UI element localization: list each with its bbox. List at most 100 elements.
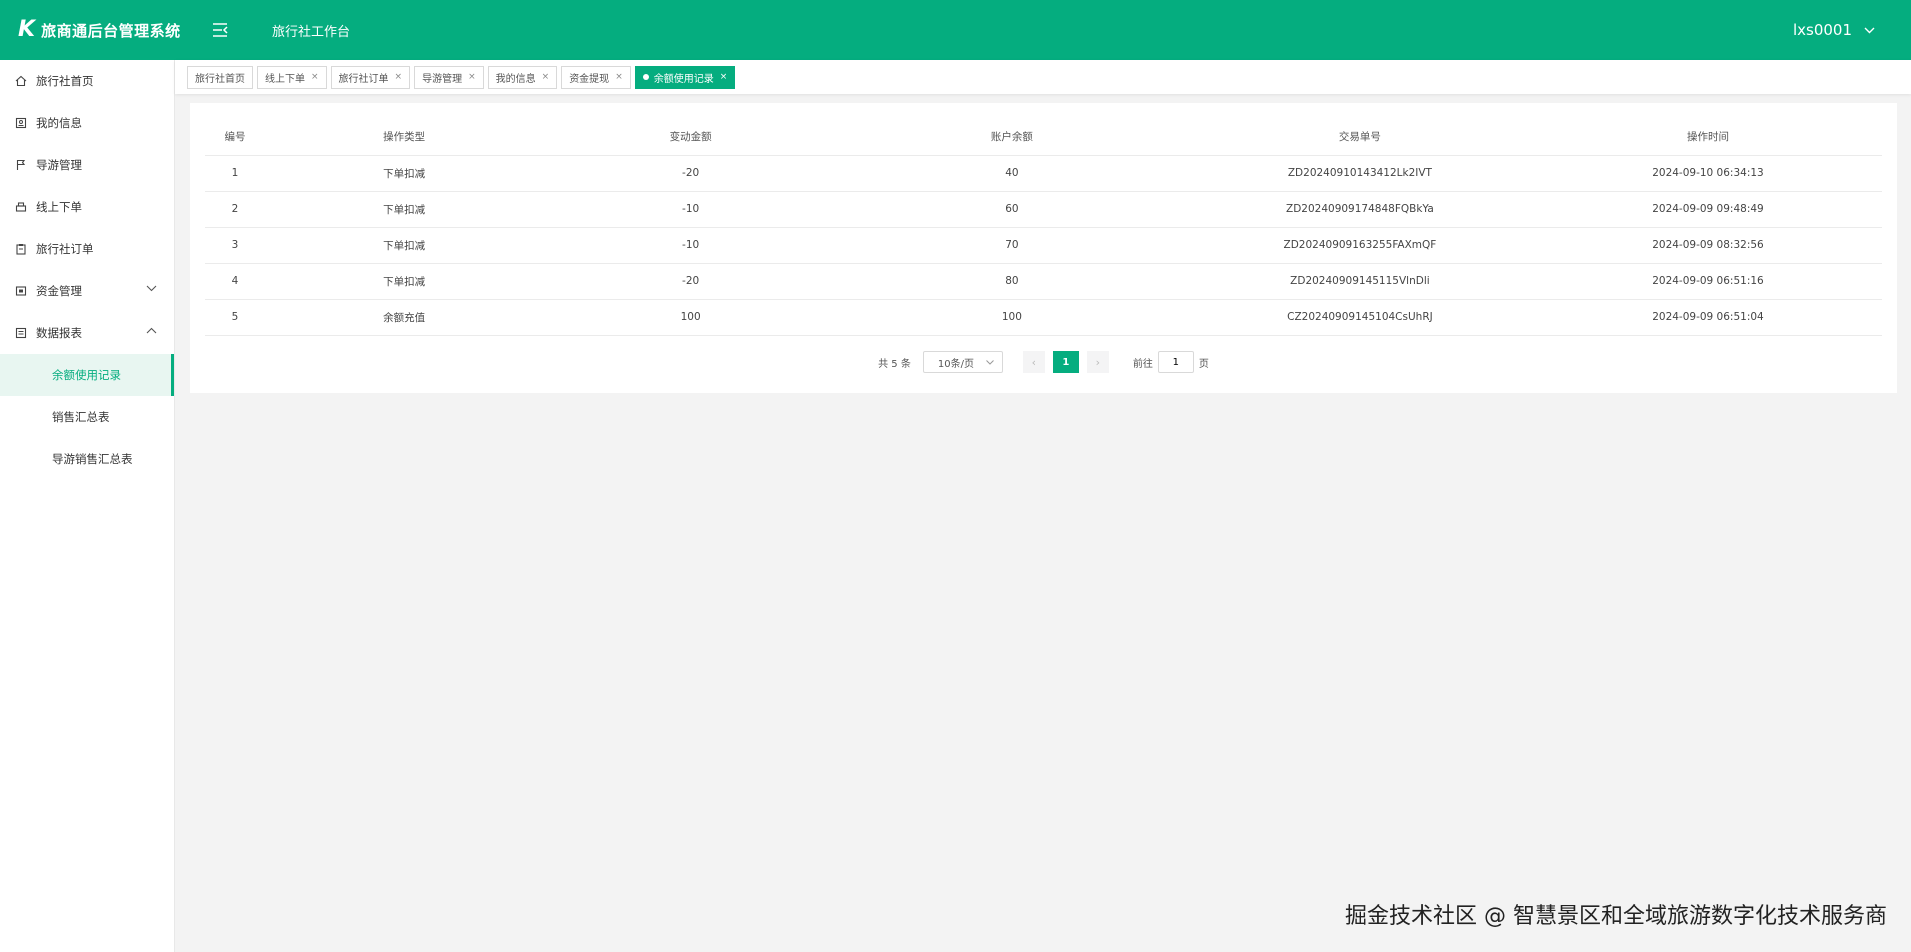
- chevron-right-icon: ›: [1095, 355, 1101, 369]
- prev-page-button[interactable]: ‹: [1022, 351, 1045, 373]
- column-header: 操作类型: [264, 119, 544, 156]
- page-size-select[interactable]: 10条/页: [922, 351, 1003, 373]
- table-cell: 40: [837, 155, 1186, 192]
- report-icon: [14, 326, 28, 340]
- table-cell: 100: [837, 299, 1186, 336]
- close-icon[interactable]: ×: [720, 72, 728, 82]
- user-menu[interactable]: lxs0001: [1793, 21, 1875, 39]
- sidebar-subitem-sales-summary[interactable]: 销售汇总表: [0, 396, 174, 438]
- chevron-down-icon: [146, 285, 157, 292]
- logo-mark: K: [18, 17, 36, 42]
- table-row: 1 下单扣减 -20 40 ZD20240910143412Lk2IVT 202…: [205, 155, 1882, 192]
- table-cell: 2024-09-10 06:34:13: [1533, 155, 1882, 192]
- column-header: 操作时间: [1533, 119, 1882, 156]
- page-size-value: 10条/页: [937, 358, 974, 370]
- workspace-title: 旅行社工作台: [272, 24, 351, 40]
- tab-label: 我的信息: [495, 73, 536, 85]
- close-icon[interactable]: ×: [311, 72, 319, 82]
- balance-records-table: 编号 操作类型 变动金额 账户余额 交易单号 操作时间 1 下单扣减 -20 4…: [205, 119, 1882, 336]
- table-header-row: 编号 操作类型 变动金额 账户余额 交易单号 操作时间: [205, 119, 1882, 156]
- table-cell: -20: [543, 263, 838, 300]
- table-cell: -10: [543, 191, 838, 228]
- tab-balance-records[interactable]: 余额使用记录 ×: [634, 65, 736, 89]
- close-icon[interactable]: ×: [395, 72, 403, 82]
- sidebar-subitem-guide-sales-summary[interactable]: 导游销售汇总表: [0, 438, 174, 480]
- column-header: 账户余额: [837, 119, 1186, 156]
- tab-my-info[interactable]: 我的信息 ×: [487, 65, 558, 89]
- chevron-down-icon: [1864, 27, 1875, 33]
- tab-label: 旅行社首页: [195, 73, 245, 85]
- tab-agency-home[interactable]: 旅行社首页: [187, 65, 253, 89]
- column-header: 交易单号: [1185, 119, 1534, 156]
- goto-page-input[interactable]: [1157, 351, 1194, 373]
- table-cell: 下单扣减: [264, 227, 544, 264]
- column-header: 编号: [205, 119, 265, 156]
- table-cell: ZD20240909145115VlnDli: [1185, 263, 1534, 300]
- table-cell: 100: [543, 299, 838, 336]
- table-cell: ZD20240909174848FQBkYa: [1185, 191, 1534, 228]
- page-number-button[interactable]: 1: [1052, 351, 1079, 373]
- active-dot-icon: [642, 74, 649, 80]
- goto-page: 前往 页: [1133, 351, 1209, 373]
- tab-bar: 旅行社首页 线上下单 × 旅行社订单 × 导游管理 × 我的信息 × 资金提现 × 余额使…: [175, 60, 1911, 94]
- clipboard-icon: [14, 242, 28, 256]
- tab-label: 旅行社订单: [338, 73, 389, 85]
- tab-fund-withdrawal[interactable]: 资金提现 ×: [561, 65, 631, 89]
- table-row: 4 下单扣减 -20 80 ZD20240909145115VlnDli 202…: [205, 263, 1882, 300]
- tab-label: 余额使用记录: [653, 73, 714, 85]
- table-cell: -20: [543, 155, 838, 192]
- tab-agency-orders[interactable]: 旅行社订单 ×: [330, 65, 411, 89]
- sidebar-item-my-info[interactable]: 我的信息: [0, 102, 174, 144]
- sidebar-item-label: 旅行社首页: [36, 74, 94, 88]
- content-card: 编号 操作类型 变动金额 账户余额 交易单号 操作时间 1 下单扣减 -20 4…: [190, 103, 1897, 393]
- close-icon[interactable]: ×: [615, 72, 623, 82]
- menu-collapse-icon[interactable]: [208, 18, 232, 42]
- tab-guide-management[interactable]: 导游管理 ×: [414, 65, 484, 89]
- sidebar: 旅行社首页 我的信息 导游管理 线上下单 旅行社订单 资金管理 数据报表 余额使…: [0, 60, 175, 952]
- table-cell: ZD20240910143412Lk2IVT: [1185, 155, 1534, 192]
- order-icon: [14, 200, 28, 214]
- table-cell: 2024-09-09 09:48:49: [1533, 191, 1882, 228]
- sidebar-item-label: 线上下单: [36, 200, 82, 214]
- table-cell: 3: [205, 227, 265, 264]
- watermark: 掘金技术社区 @ 智慧景区和全域旅游数字化技术服务商: [1345, 904, 1887, 929]
- sidebar-item-data-reports[interactable]: 数据报表: [0, 312, 174, 354]
- table-row: 2 下单扣减 -10 60 ZD20240909174848FQBkYa 202…: [205, 191, 1882, 228]
- home-icon: [14, 74, 28, 88]
- close-icon[interactable]: ×: [542, 72, 550, 82]
- close-icon[interactable]: ×: [468, 72, 476, 82]
- table-cell: ZD20240909163255FAXmQF: [1185, 227, 1534, 264]
- sidebar-item-label: 数据报表: [36, 326, 82, 340]
- sidebar-item-online-order[interactable]: 线上下单: [0, 186, 174, 228]
- chevron-left-icon: ‹: [1031, 355, 1037, 369]
- sidebar-subitem-label: 导游销售汇总表: [52, 452, 133, 466]
- table-cell: 余额充值: [264, 299, 544, 336]
- total-count: 共 5 条: [878, 358, 911, 370]
- sidebar-subitem-balance-records[interactable]: 余额使用记录: [0, 354, 174, 396]
- logo: K 旅商通后台管理系统: [0, 19, 204, 41]
- column-header: 变动金额: [543, 119, 838, 156]
- sidebar-item-home[interactable]: 旅行社首页: [0, 60, 174, 102]
- app-title: 旅商通后台管理系统: [41, 21, 181, 40]
- sidebar-subitem-label: 余额使用记录: [52, 368, 121, 382]
- table-row: 3 下单扣减 -10 70 ZD20240909163255FAXmQF 202…: [205, 227, 1882, 264]
- table-cell: 5: [205, 299, 265, 336]
- table-cell: CZ20240909145104CsUhRJ: [1185, 299, 1534, 336]
- sidebar-item-fund-management[interactable]: 资金管理: [0, 270, 174, 312]
- page-unit-label: 页: [1198, 358, 1209, 370]
- sidebar-item-label: 导游管理: [36, 158, 82, 172]
- sidebar-item-guide-management[interactable]: 导游管理: [0, 144, 174, 186]
- username: lxs0001: [1792, 21, 1852, 39]
- pagination: 共 5 条 10条/页 ‹ 1 › 前往 页: [190, 350, 1897, 374]
- sidebar-item-label: 资金管理: [36, 284, 82, 298]
- next-page-button[interactable]: ›: [1086, 351, 1109, 373]
- profile-icon: [14, 116, 28, 130]
- table-cell: 2024-09-09 06:51:16: [1533, 263, 1882, 300]
- table-cell: 70: [837, 227, 1186, 264]
- goto-label: 前往: [1132, 358, 1153, 370]
- sidebar-item-agency-orders[interactable]: 旅行社订单: [0, 228, 174, 270]
- table-cell: 2: [205, 191, 265, 228]
- tab-label: 线上下单: [265, 73, 305, 85]
- table-cell: 下单扣减: [264, 191, 544, 228]
- tab-online-order[interactable]: 线上下单 ×: [257, 65, 327, 89]
